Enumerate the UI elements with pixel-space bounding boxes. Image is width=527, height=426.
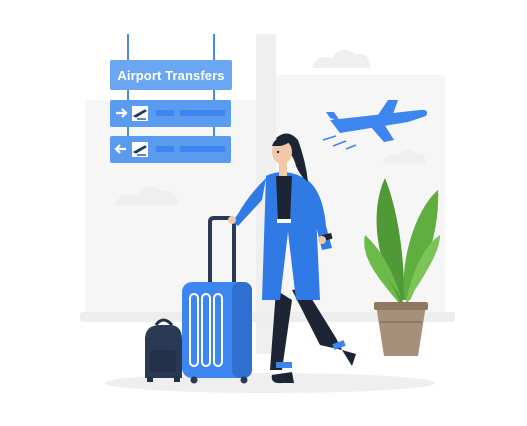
travel-scene	[80, 34, 455, 393]
airport-sign	[110, 34, 232, 163]
sign-title: Airport Transfers	[117, 67, 225, 83]
illustration: Airport Transfers	[0, 0, 527, 426]
cloud-top	[312, 49, 370, 68]
plant-pot	[376, 305, 426, 356]
backpack	[145, 318, 182, 382]
